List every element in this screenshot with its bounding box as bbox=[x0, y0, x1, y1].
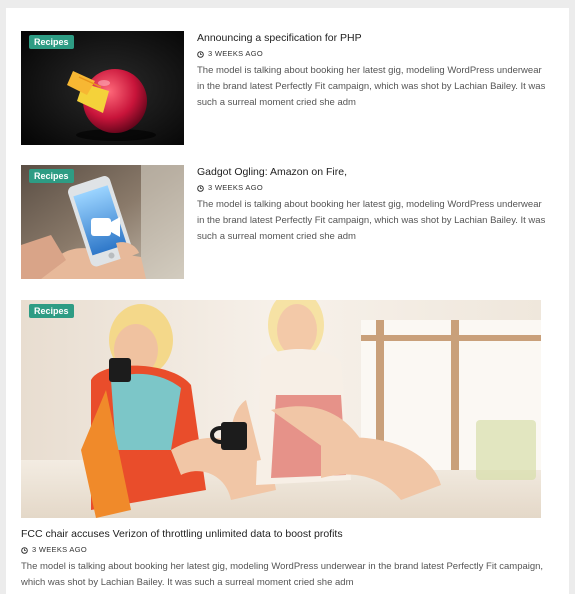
category-badge[interactable]: Recipes bbox=[29, 169, 74, 183]
video-play-icon bbox=[91, 217, 120, 237]
post-thumbnail[interactable]: Recipes bbox=[21, 31, 184, 145]
featured-image[interactable]: Recipes bbox=[21, 300, 541, 518]
clock-icon bbox=[197, 50, 204, 58]
category-badge[interactable]: Recipes bbox=[29, 304, 74, 318]
post-card: Recipes Announcing a specification for P… bbox=[21, 31, 545, 145]
post-meta: 3 WEEKS AGO bbox=[21, 544, 541, 556]
post-card: Recipes Gadgot Ogling: Amazon on Fire, 3… bbox=[21, 165, 545, 279]
post-thumbnail[interactable]: Recipes bbox=[21, 165, 184, 279]
post-meta: 3 WEEKS AGO bbox=[197, 182, 547, 194]
post-excerpt: The model is talking about booking her l… bbox=[21, 561, 544, 588]
post-date: 3 WEEKS AGO bbox=[32, 545, 87, 554]
featured-post: Recipes FCC chair accuses Verizon of thr… bbox=[21, 300, 543, 591]
post-title[interactable]: Gadgot Ogling: Amazon on Fire, bbox=[197, 165, 547, 179]
post-date: 3 WEEKS AGO bbox=[208, 49, 263, 58]
clock-icon bbox=[197, 184, 204, 192]
post-title[interactable]: Announcing a specification for PHP bbox=[197, 31, 547, 45]
two-women-coffee-photo-icon bbox=[21, 300, 541, 518]
post-meta: 3 WEEKS AGO bbox=[197, 48, 547, 60]
post-title[interactable]: FCC chair accuses Verizon of throttling … bbox=[21, 527, 541, 541]
category-badge[interactable]: Recipes bbox=[29, 35, 74, 49]
post-info: Gadgot Ogling: Amazon on Fire, 3 WEEKS A… bbox=[197, 165, 547, 245]
post-info: Announcing a specification for PHP 3 WEE… bbox=[197, 31, 547, 111]
clock-icon bbox=[21, 546, 28, 554]
posts-panel: Recipes Announcing a specification for P… bbox=[6, 8, 569, 594]
post-date: 3 WEEKS AGO bbox=[208, 183, 263, 192]
post-excerpt: The model is talking about booking her l… bbox=[197, 65, 546, 108]
post-excerpt: The model is talking about booking her l… bbox=[197, 199, 546, 242]
